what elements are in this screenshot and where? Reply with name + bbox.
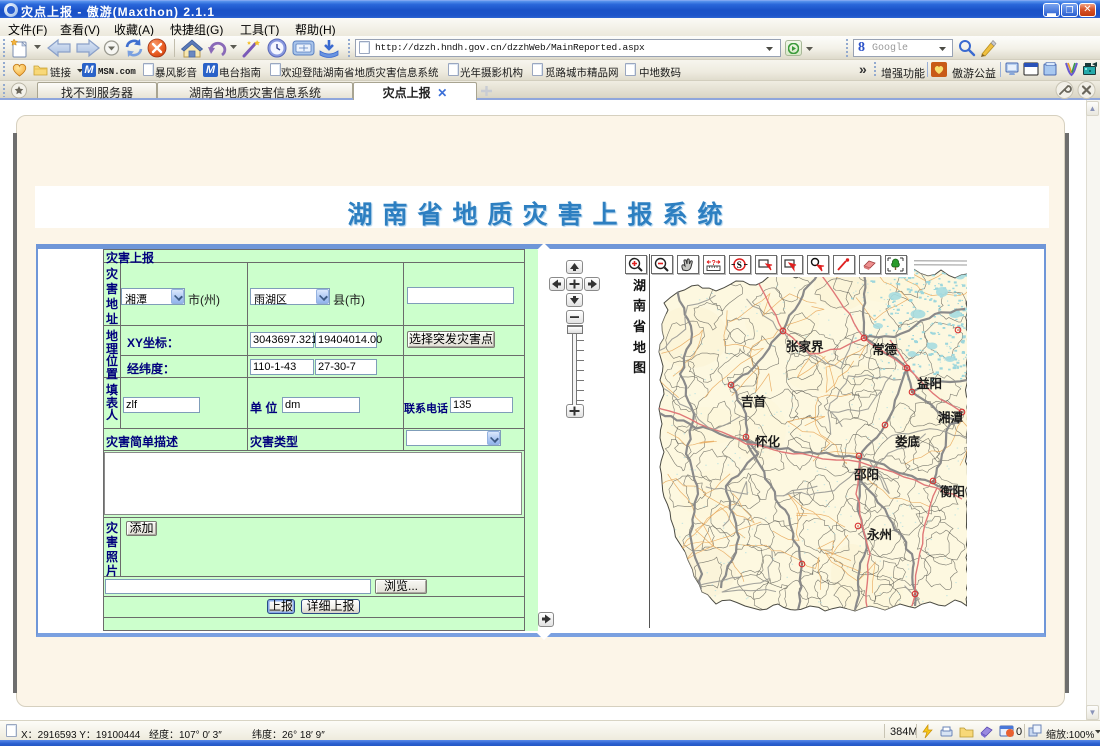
svg-text:娄底: 娄底 xyxy=(895,434,921,449)
svg-text:湘潭: 湘潭 xyxy=(938,410,964,425)
svg-text:益阳: 益阳 xyxy=(917,376,942,391)
svg-text:常德: 常德 xyxy=(872,342,898,357)
svg-text:邵阳: 邵阳 xyxy=(853,467,879,482)
svg-text:衡阳: 衡阳 xyxy=(940,484,965,499)
svg-text:张家界: 张家界 xyxy=(786,339,824,354)
svg-text:永州: 永州 xyxy=(866,527,892,542)
svg-text:S: S xyxy=(737,261,742,271)
svg-text:吉首: 吉首 xyxy=(741,394,767,409)
svg-text:怀化: 怀化 xyxy=(755,434,781,449)
